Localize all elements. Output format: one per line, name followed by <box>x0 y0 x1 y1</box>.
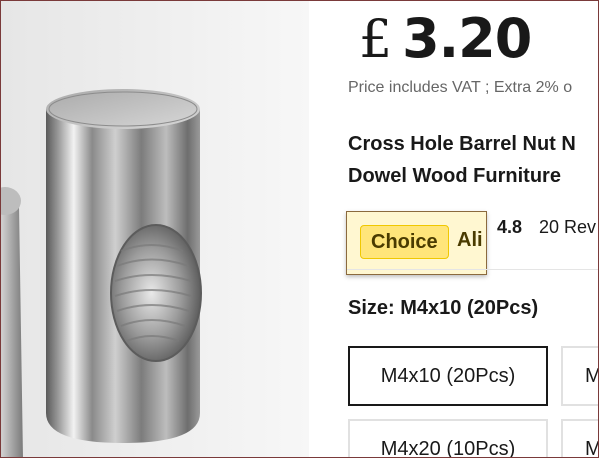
rating-value: 4.8 <box>497 217 523 237</box>
size-option-m4x10-20pcs[interactable]: M4x10 (20Pcs) <box>348 346 548 406</box>
size-option-label: M4x20 (10Pcs) <box>380 438 516 458</box>
choice-suffix-text: Ali <box>457 229 483 251</box>
size-option-label: M <box>585 438 598 457</box>
product-title-line-1: Cross Hole Barrel Nut N <box>348 133 576 155</box>
product-title-line-2: Dowel Wood Furniture <box>348 165 561 187</box>
size-option-label: M <box>585 365 598 388</box>
size-label: Size: M4x10 (20Pcs) <box>348 297 539 319</box>
divider <box>347 269 598 270</box>
size-option-4[interactable]: M <box>561 419 598 457</box>
product-title: Cross Hole Barrel Nut N Dowel Wood Furni… <box>348 128 576 192</box>
size-option-m4x20-10pcs[interactable]: M4x20 (10Pcs) <box>348 419 548 458</box>
product-image[interactable] <box>1 1 309 458</box>
page-frame: £ 3.20 Price includes VAT ; Extra 2% o C… <box>0 0 599 458</box>
choice-badge: Choice <box>360 225 449 259</box>
size-option-label: M4x10 (20Pcs) <box>380 364 516 387</box>
choice-highlight[interactable]: Choice Ali <box>346 211 487 275</box>
price: £ 3.20 <box>359 7 532 70</box>
price-currency: £ <box>359 10 393 70</box>
reviews-link[interactable]: 20 Rev <box>539 217 596 238</box>
vat-note: Price includes VAT ; Extra 2% o <box>348 79 573 96</box>
price-amount: 3.20 <box>402 7 532 70</box>
size-option-2[interactable]: M <box>561 346 598 406</box>
